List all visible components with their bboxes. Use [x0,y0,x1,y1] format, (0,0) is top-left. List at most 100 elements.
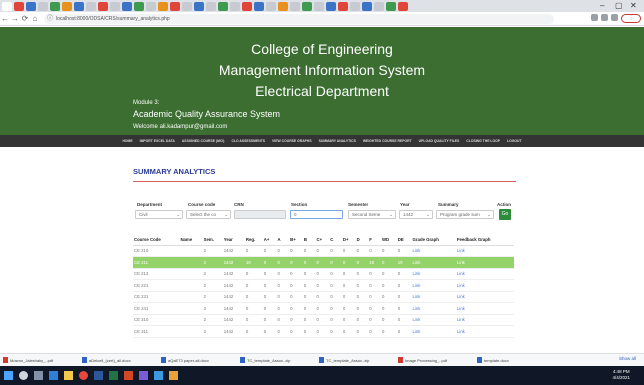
browser-tab[interactable] [38,1,48,11]
browser-tab[interactable] [110,1,120,11]
feedback-graph-link[interactable]: Link [457,306,465,311]
browser-tab[interactable] [338,1,348,11]
nav-weighted-report[interactable]: WEIGHTED COURSE REPORT [363,139,412,143]
browser-tab[interactable] [98,1,108,11]
grade-graph-link[interactable]: Link [413,294,421,299]
nav-import-excel[interactable]: IMPORT EXCEL DATA [140,139,175,143]
grade-graph-link[interactable]: Link [413,329,421,334]
feedback-graph-link[interactable]: Link [457,271,465,276]
browser-tab[interactable] [362,1,372,11]
feedback-graph-link[interactable]: Link [457,283,465,288]
edge-icon[interactable] [49,371,58,380]
download-item[interactable]: Image Processing_..pdf [398,356,474,365]
browser-tab[interactable] [230,1,240,11]
browser-tab[interactable] [50,1,60,11]
grade-graph-link[interactable]: Link [413,306,421,311]
department-select[interactable]: Civil ⌄ [135,210,183,219]
word-icon[interactable] [94,371,103,380]
grade-graph-link[interactable]: Link [413,283,421,288]
nav-logout[interactable]: LOGOUT [507,139,522,143]
summary-select[interactable]: Program grade sum ⌄ [436,210,494,219]
download-item[interactable]: template.docx [477,356,553,365]
section-input[interactable]: 0 [290,210,343,219]
maximize-icon[interactable]: ▢ [615,1,623,11]
browser-tab[interactable] [350,1,360,11]
file-explorer-icon[interactable] [64,371,73,380]
powerpoint-icon[interactable] [124,371,133,380]
browser-tab[interactable] [62,1,72,11]
browser-tab[interactable] [374,1,384,11]
nav-home[interactable]: HOME [122,139,132,143]
browser-tab[interactable] [326,1,336,11]
crn-input[interactable] [234,210,286,219]
feedback-graph-link[interactable]: Link [457,294,465,299]
download-item[interactable]: TC_template_Assoc..zip [319,356,395,365]
browser-tab[interactable] [14,1,24,11]
download-item[interactable]: aDelcell_(cert)_all.docx [82,356,158,365]
browser-tab[interactable] [2,1,12,11]
nav-course-graphs[interactable]: VIEW COURSE GRAPHS [272,139,312,143]
browser-tab[interactable] [26,1,36,11]
nav-clo-assessments[interactable]: CLO ASSESSMENTS [231,139,265,143]
browser-tab[interactable] [302,1,312,11]
minimize-icon[interactable]: – [600,1,604,11]
browser-tab[interactable] [86,1,96,11]
excel-icon[interactable] [109,371,118,380]
feedback-graph-link[interactable]: Link [457,317,465,322]
grade-graph-link[interactable]: Link [413,260,421,265]
forward-icon[interactable]: → [10,13,20,25]
browser-tab[interactable] [122,1,132,11]
grade-graph-link[interactable]: Link [413,248,421,253]
close-icon[interactable]: ✕ [630,1,637,11]
browser-tab[interactable] [146,1,156,11]
download-item[interactable]: TC_template_Assoc..zip [240,356,316,365]
system-clock[interactable]: 4:48 PM 4/4/2021 [612,369,630,381]
nav-summary-analytics[interactable]: SUMMARY ANALYTICS [319,139,356,143]
download-item[interactable]: aQaE73 paper-all.docx [161,356,237,365]
semester-select[interactable]: Second Seme ⌄ [348,210,396,219]
grade-graph-link[interactable]: Link [413,317,421,322]
extension-icon[interactable] [601,14,608,21]
chrome-icon[interactable] [79,371,88,380]
course-code-select[interactable]: Select the co ⌄ [186,210,231,219]
browser-tab[interactable] [134,1,144,11]
browser-tab[interactable] [398,1,408,11]
browser-tab[interactable] [218,1,228,11]
browser-tab[interactable] [182,1,192,11]
browser-tab[interactable] [194,1,204,11]
browser-tab[interactable] [74,1,84,11]
extension-icon[interactable] [591,14,598,21]
show-all-downloads[interactable]: Show all [619,356,636,361]
nav-upload-quality[interactable]: UPLOAD QUALITY FILES [419,139,460,143]
browser-tab[interactable] [170,1,180,11]
feedback-graph-link[interactable]: Link [457,260,465,265]
app-icon[interactable] [169,371,178,380]
feedback-graph-link[interactable]: Link [457,248,465,253]
browser-tab[interactable] [386,1,396,11]
browser-tab[interactable] [278,1,288,11]
browser-tab[interactable] [314,1,324,11]
home-icon[interactable]: ⌂ [30,13,40,25]
app-icon[interactable] [154,371,163,380]
profile-icon[interactable] [611,14,618,21]
feedback-graph-link[interactable]: Link [457,329,465,334]
download-item[interactable]: Mosmo_Jaleshaky_..pdf [3,356,79,365]
back-icon[interactable]: ← [0,13,10,25]
app-icon[interactable] [139,371,148,380]
windows-start-icon[interactable] [4,371,13,380]
browser-tab[interactable] [266,1,276,11]
browser-tab[interactable] [158,1,168,11]
grade-graph-link[interactable]: Link [413,271,421,276]
browser-tab[interactable] [254,1,264,11]
year-select[interactable]: 1442 ⌄ [399,210,433,219]
browser-tab[interactable] [242,1,252,11]
go-button[interactable]: Go [499,209,511,220]
nav-closing-loop[interactable]: CLOSING THE LOOP [466,139,500,143]
reload-icon[interactable]: ⟳ [20,13,30,25]
browser-tab[interactable] [290,1,300,11]
search-icon[interactable] [19,371,28,380]
browser-tab[interactable] [206,1,216,11]
address-bar[interactable]: ⓘ localhost:8000/ODSA/CRS/summary_analyti… [44,13,554,24]
task-view-icon[interactable] [34,371,43,380]
update-button[interactable]: ⋮ [621,14,641,23]
